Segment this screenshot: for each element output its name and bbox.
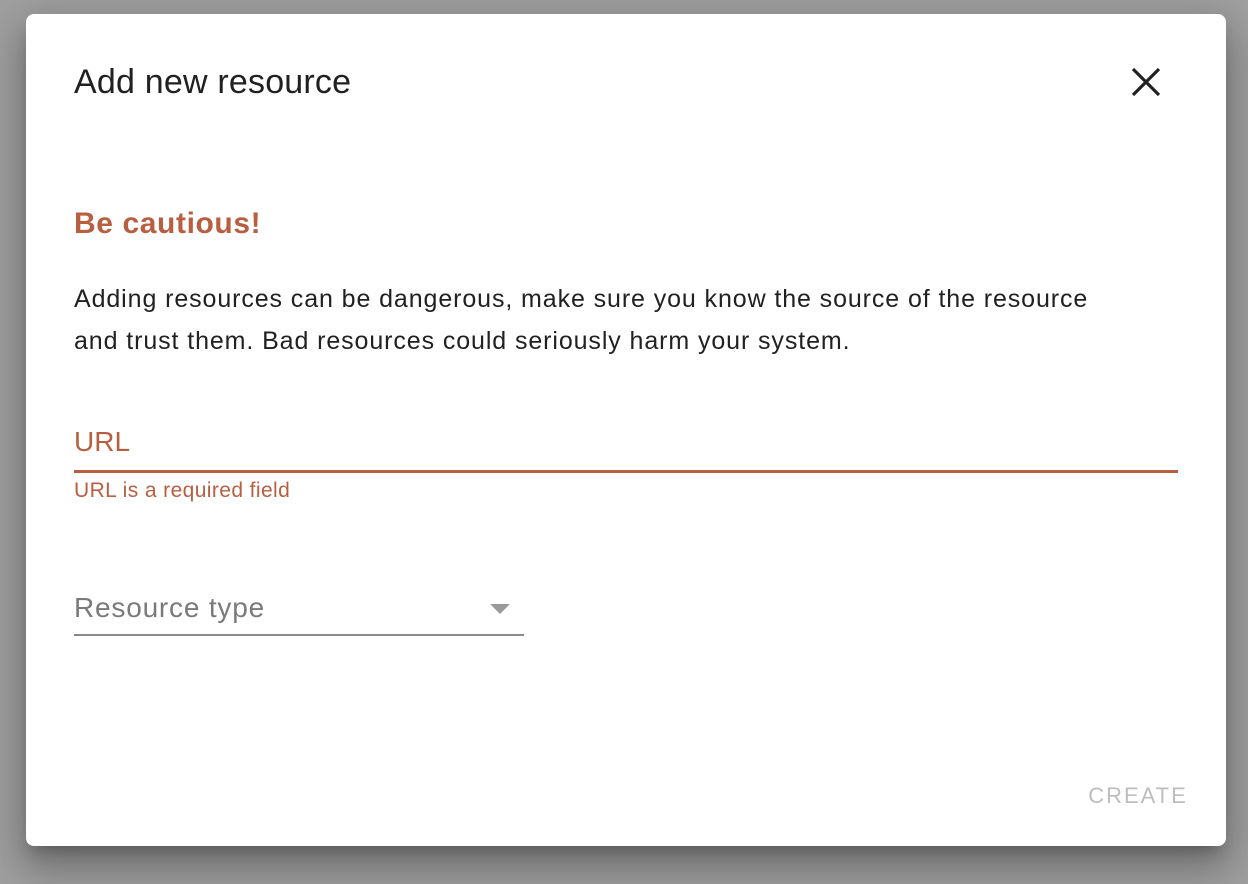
url-field[interactable] [74,422,1178,473]
resource-type-label: Resource type [74,592,265,623]
close-button[interactable] [1118,54,1174,110]
url-error-text: URL is a required field [74,479,291,502]
add-resource-dialog: Add new resource Be cautious! Adding res… [26,14,1226,846]
warning-message: Adding resources can be dangerous, make … [74,285,1089,355]
url-input[interactable] [74,422,1178,462]
create-button[interactable]: CREATE [1078,774,1198,818]
close-icon [1131,67,1161,97]
resource-type-select[interactable]: Resource type [74,586,524,636]
warning-title: Be cautious! [74,207,262,240]
dropdown-arrow-icon [490,604,510,614]
dialog-title: Add new resource [74,63,352,101]
